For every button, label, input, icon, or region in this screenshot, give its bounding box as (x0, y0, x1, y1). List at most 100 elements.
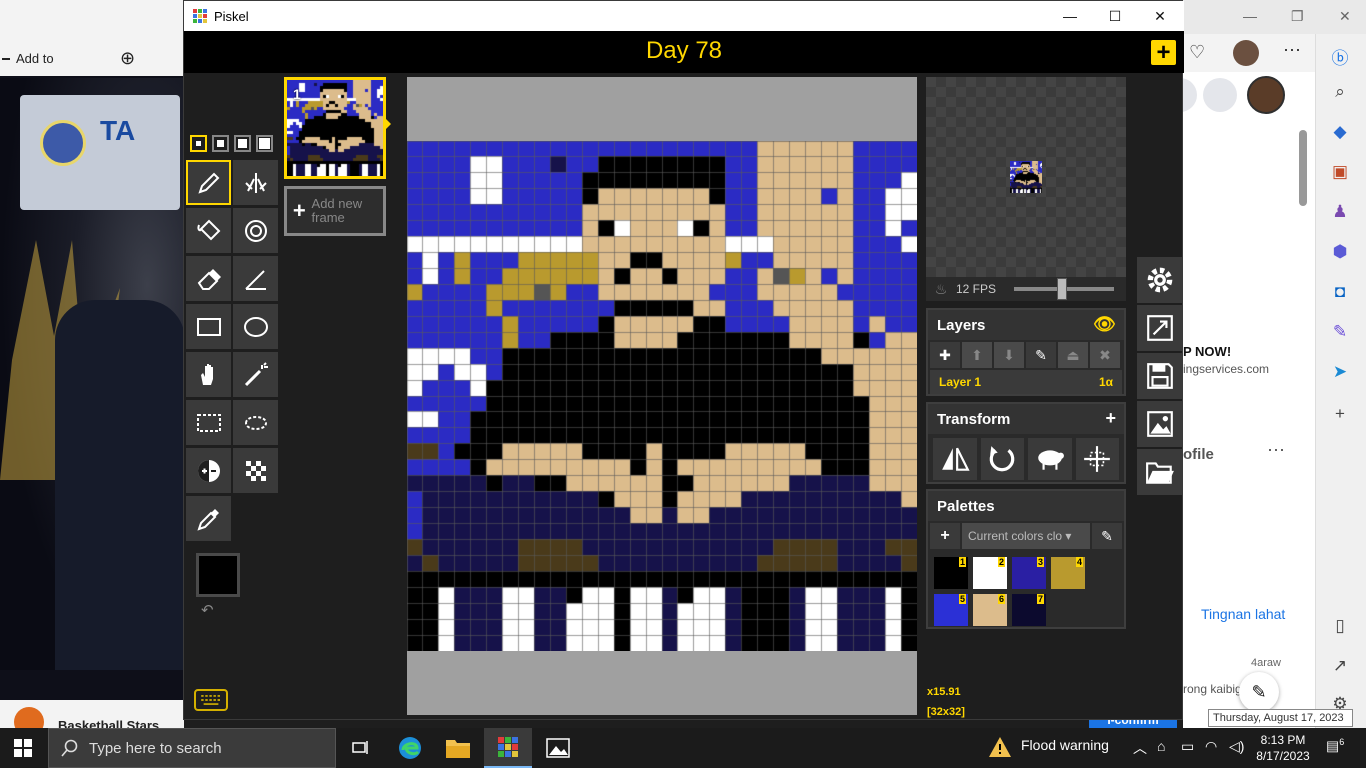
add-frame-button[interactable]: + Add new frame (284, 186, 386, 236)
eye-icon[interactable]: 👁 (1093, 314, 1116, 335)
tools-icon[interactable]: ▣ (1329, 162, 1351, 182)
zoom-icon[interactable]: ⊕ (120, 48, 135, 69)
clone-button[interactable] (1028, 438, 1072, 480)
swap-colors-icon[interactable]: ↶ (201, 601, 214, 619)
import-button[interactable] (1137, 449, 1183, 495)
maximize-button[interactable]: ☐ (1092, 5, 1138, 27)
avatar[interactable] (1247, 76, 1285, 114)
move-layer-up-button[interactable]: ⬆ (962, 342, 992, 368)
bing-icon[interactable]: ⓑ (1329, 44, 1351, 69)
weather-text[interactable]: Flood warning (1021, 737, 1109, 753)
circle-tool[interactable] (233, 304, 278, 349)
photos-icon[interactable] (534, 728, 582, 768)
piskel-taskbar-icon[interactable] (484, 728, 532, 768)
outlook-icon[interactable]: ◘ (1329, 282, 1351, 302)
palette-swatch[interactable]: 7 (1012, 594, 1046, 626)
profile-avatar[interactable] (1233, 40, 1259, 66)
games-icon[interactable]: ♟ (1329, 202, 1351, 222)
shopping-icon[interactable]: ◆ (1329, 122, 1351, 142)
palette-swatch[interactable]: 3 (1012, 557, 1046, 589)
resize-button[interactable] (1137, 305, 1183, 351)
wifi-icon[interactable]: ◠ (1205, 738, 1217, 755)
camera-icon[interactable]: ⌂ (1157, 738, 1165, 754)
edit-layer-button[interactable]: ✎ (1026, 342, 1056, 368)
more-icon[interactable]: ⋯ (1283, 40, 1301, 61)
copilot-icon[interactable]: ⬢ (1329, 242, 1351, 262)
restore-icon[interactable]: ❐ (1291, 8, 1304, 25)
piskel-title[interactable]: Day 78 (184, 37, 1184, 65)
lasso-selection-tool[interactable] (233, 400, 278, 445)
minimize-icon[interactable]: — (1243, 8, 1257, 24)
keyboard-shortcuts-icon[interactable] (194, 689, 228, 711)
volume-icon[interactable]: ◁) (1229, 738, 1244, 755)
external-icon[interactable]: ↗ (1329, 656, 1351, 676)
add-palette-button[interactable]: + (930, 523, 960, 549)
clock[interactable]: 8:13 PM 8/17/2023 (1255, 732, 1311, 764)
designer-icon[interactable]: ✎ (1329, 322, 1351, 342)
move-layer-down-button[interactable]: ⬇ (994, 342, 1024, 368)
flip-button[interactable] (933, 438, 977, 480)
minimize-button[interactable]: — (1047, 5, 1093, 27)
layer-opacity[interactable]: 1α (1099, 375, 1113, 389)
settings-button[interactable] (1137, 257, 1183, 303)
new-piskel-button[interactable]: + (1151, 40, 1176, 65)
paint-bucket-tool[interactable] (186, 208, 231, 253)
battery-icon[interactable]: ▭ (1181, 738, 1194, 755)
eraser-tool[interactable] (186, 256, 231, 301)
primary-color[interactable] (196, 553, 240, 597)
frame-thumbnail[interactable]: 1 (284, 77, 386, 179)
pen-size-1[interactable] (190, 135, 207, 152)
scrollbar[interactable] (1299, 130, 1307, 206)
fps-slider[interactable] (1014, 278, 1114, 300)
health-icon[interactable]: ♡ (1189, 42, 1205, 63)
notifications-icon[interactable] (1203, 78, 1237, 112)
edit-palette-button[interactable]: ✎ (1092, 523, 1122, 549)
layer-item[interactable]: Layer 1 1α (930, 370, 1122, 394)
palette-swatch[interactable]: 5 (934, 594, 968, 626)
fps-slider-knob[interactable] (1057, 278, 1068, 300)
pen-size-2[interactable] (212, 135, 229, 152)
dithering-tool[interactable] (233, 448, 278, 493)
add-icon[interactable]: + (1329, 404, 1351, 424)
vertical-mirror-pen-tool[interactable] (233, 160, 278, 205)
delete-layer-button[interactable]: ✖ (1090, 342, 1120, 368)
basketball-stars-label[interactable]: Basketball Stars (58, 718, 159, 728)
warning-icon[interactable] (988, 736, 1012, 758)
more-options-icon[interactable]: ⋯ (1267, 440, 1285, 461)
pixel-canvas[interactable] (407, 141, 917, 651)
ad-title[interactable]: P NOW! (1183, 344, 1231, 359)
see-all-link[interactable]: Tingnan lahat (1201, 606, 1285, 622)
sidebar-toggle-icon[interactable]: ▯ (1329, 616, 1351, 636)
move-tool[interactable] (186, 352, 231, 397)
center-button[interactable] (1075, 438, 1119, 480)
shape-selection-tool[interactable] (233, 352, 278, 397)
palette-swatch[interactable]: 2 (973, 557, 1007, 589)
save-button[interactable] (1137, 353, 1183, 399)
palette-swatch[interactable]: 4 (1051, 557, 1085, 589)
send-icon[interactable]: ➤ (1329, 362, 1351, 382)
onion-skin-icon[interactable]: ♨ (926, 281, 956, 298)
notification-icon[interactable]: ▤6 (1326, 737, 1344, 755)
file-explorer-icon[interactable] (434, 728, 482, 768)
plus-icon[interactable]: + (1105, 408, 1116, 429)
lighten-tool[interactable] (186, 448, 231, 493)
compose-icon[interactable]: ✎ (1239, 672, 1279, 712)
windows-start-icon[interactable] (14, 739, 32, 762)
palette-select[interactable]: Current colors clo ▾ (962, 523, 1090, 549)
export-button[interactable] (1137, 401, 1183, 447)
color-picker-tool[interactable] (186, 496, 231, 541)
paint-same-color-tool[interactable] (233, 208, 278, 253)
palette-swatch[interactable]: 1 (934, 557, 968, 589)
pen-size-3[interactable] (234, 135, 251, 152)
stroke-tool[interactable] (233, 256, 278, 301)
close-button[interactable]: ✕ (1137, 5, 1183, 27)
chevron-up-icon[interactable]: ︿ (1133, 738, 1147, 758)
pen-tool[interactable] (186, 160, 231, 205)
close-icon[interactable]: ✕ (1339, 8, 1351, 25)
add-to-button[interactable]: Add to (16, 51, 54, 66)
merge-layer-button[interactable]: ⏏ (1058, 342, 1088, 368)
add-layer-button[interactable]: ✚ (930, 342, 960, 368)
drawing-canvas-area[interactable] (407, 77, 917, 715)
task-view-icon[interactable] (336, 728, 384, 768)
rectangle-tool[interactable] (186, 304, 231, 349)
